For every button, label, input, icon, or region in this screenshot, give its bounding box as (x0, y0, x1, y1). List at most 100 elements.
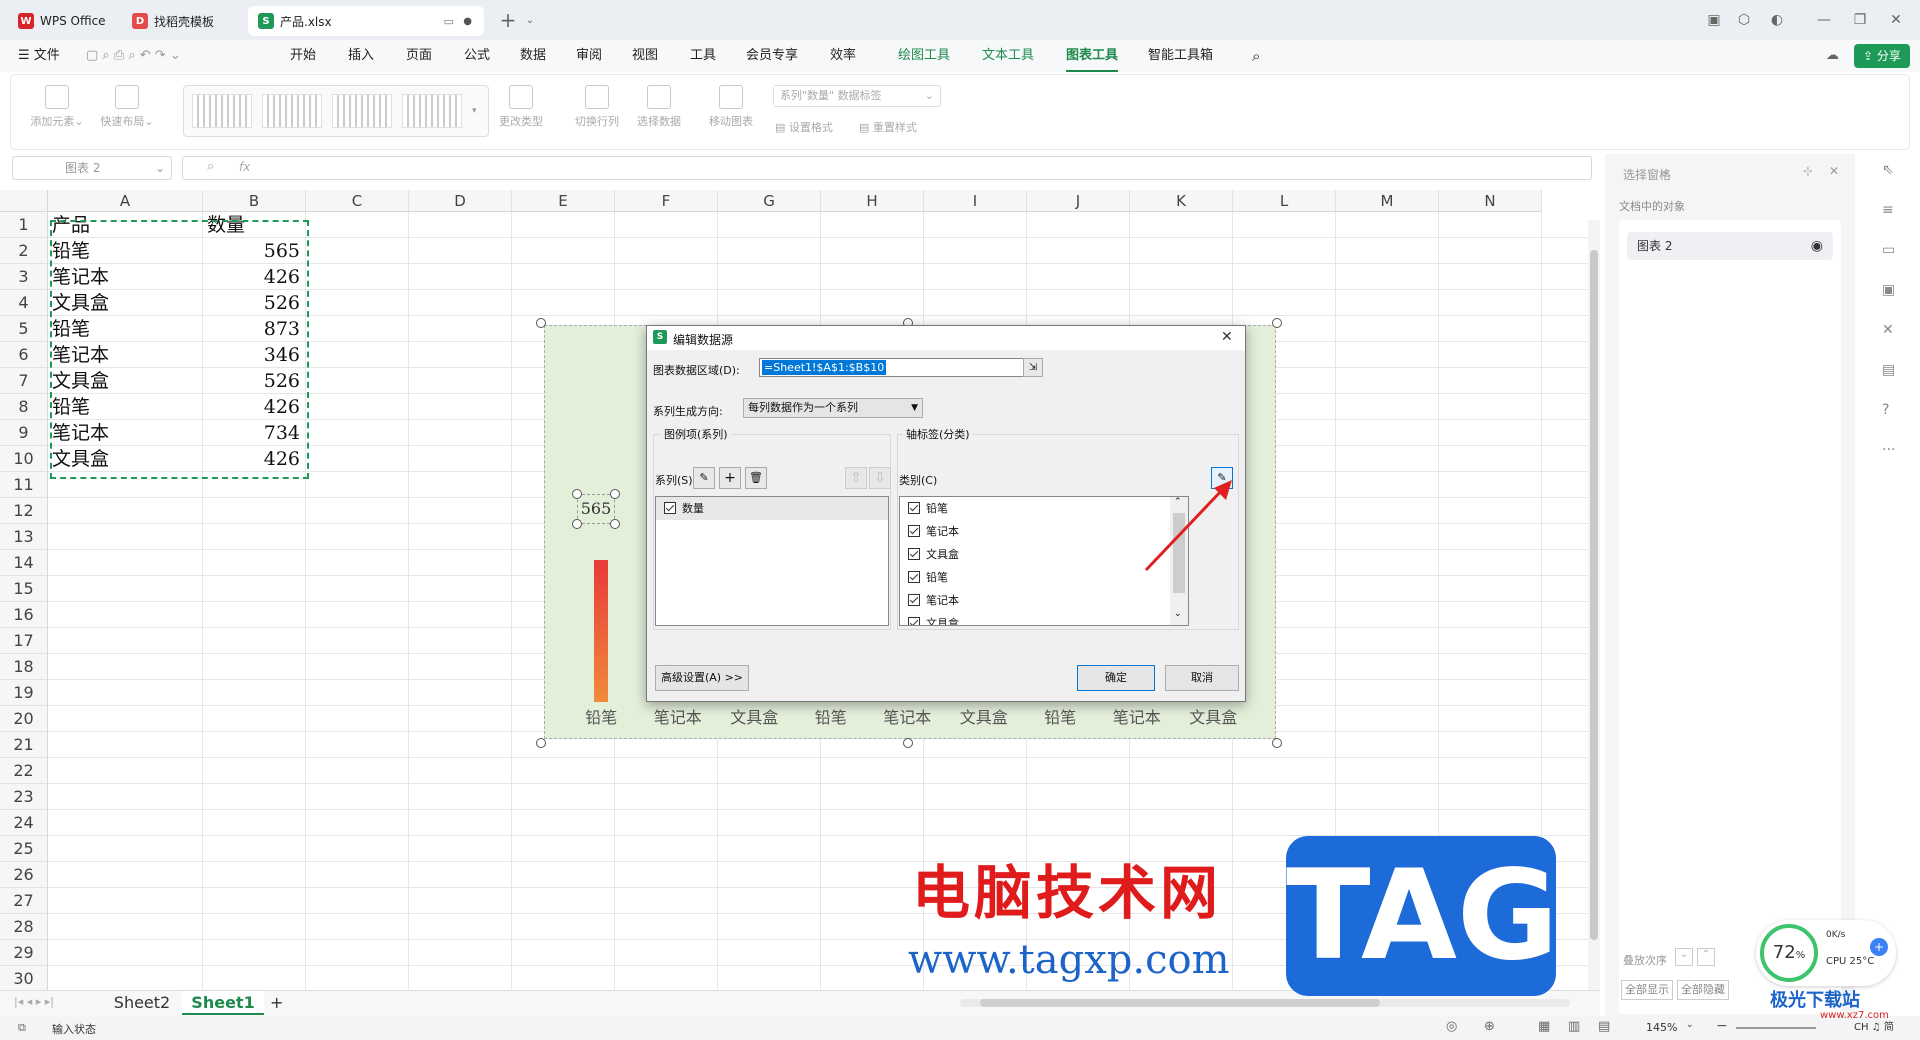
chart-bar[interactable] (594, 559, 608, 702)
eye-protection-icon[interactable]: ◎ (1446, 1019, 1457, 1034)
ok-button[interactable]: 确定 (1077, 665, 1155, 691)
select-all-corner[interactable] (0, 190, 48, 212)
row-header-22[interactable]: 22 (0, 758, 48, 784)
row-header-5[interactable]: 5 (0, 316, 48, 342)
sheet-tab-sheet2[interactable]: Sheet2 (104, 991, 180, 1015)
chart-style-4[interactable] (402, 94, 462, 128)
page-layout-icon[interactable]: ▥ (1568, 1019, 1580, 1034)
close-icon[interactable]: ✕ (1221, 329, 1233, 345)
chevron-down-icon[interactable]: ⌄ (1686, 1020, 1694, 1030)
zoom-formula-icon[interactable]: ⌕ (207, 159, 214, 174)
fx-icon[interactable]: fx (239, 160, 250, 174)
help-icon[interactable]: ? (1882, 402, 1889, 418)
menu-item-formula[interactable]: 公式 (464, 40, 490, 72)
switch-rowcol-button[interactable]: 切换行列 (567, 85, 627, 129)
menu-item-smart-toolbox[interactable]: 智能工具箱 (1148, 40, 1213, 72)
chart-resize-handle[interactable] (1272, 318, 1282, 328)
vertical-scroll-thumb[interactable] (1590, 250, 1598, 940)
row-header-7[interactable]: 7 (0, 368, 48, 394)
tab-list-chevron-icon[interactable]: ⌄ (518, 8, 542, 32)
tab-wps-office[interactable]: W WPS Office (8, 6, 118, 36)
gallery-more-icon[interactable]: ▾ (472, 106, 477, 116)
delete-series-trash-icon[interactable]: 🗑 (745, 467, 767, 489)
series-list-item[interactable]: 数量 (656, 497, 888, 520)
column-header-f[interactable]: F (615, 190, 718, 212)
category-checkbox[interactable] (908, 571, 920, 583)
chart-resize-handle[interactable] (536, 738, 546, 748)
search-icon[interactable]: ⌕ (1252, 40, 1260, 72)
normal-view-icon[interactable]: ▦ (1538, 1019, 1550, 1034)
share-button[interactable]: ⇪ 分享 (1854, 44, 1910, 68)
row-header-6[interactable]: 6 (0, 342, 48, 368)
menu-item-drawing-tools[interactable]: 绘图工具 (898, 40, 950, 72)
column-header-e[interactable]: E (512, 190, 615, 212)
macro-icon[interactable]: ⧉ (18, 1021, 26, 1035)
row-header-23[interactable]: 23 (0, 784, 48, 810)
category-checkbox[interactable] (908, 502, 920, 514)
change-type-button[interactable]: 更改类型 (491, 85, 551, 129)
column-header-g[interactable]: G (718, 190, 821, 212)
category-checkbox[interactable] (908, 548, 920, 560)
zoom-level[interactable]: 145% (1646, 1021, 1677, 1034)
set-format-button[interactable]: ▤ 设置格式 (775, 119, 833, 135)
page-break-icon[interactable]: ▤ (1598, 1019, 1610, 1034)
menu-item-chart-tools[interactable]: 图表工具 (1066, 40, 1119, 72)
chart-element-select[interactable]: 系列"数量" 数据标签 ⌄ (773, 85, 941, 107)
chart-style-gallery[interactable]: ▾ (183, 85, 489, 137)
object-item-chart[interactable]: 图表 2 ◉ (1627, 232, 1833, 260)
close-icon[interactable]: ✕ (1884, 8, 1908, 32)
properties-icon[interactable]: ≡ (1882, 202, 1894, 218)
chart-resize-handle[interactable] (1272, 738, 1282, 748)
tab-product-xlsx[interactable]: S 产品.xlsx ▭ ● (248, 6, 484, 36)
chart-resize-handle[interactable] (536, 318, 546, 328)
edit-series-pencil-icon[interactable]: ✎ (693, 467, 715, 489)
quick-layout-button[interactable]: 快速布局⌄ (97, 85, 157, 129)
horizontal-scrollbar[interactable] (960, 999, 1570, 1007)
menu-file[interactable]: ☰ 文件 (18, 40, 60, 72)
cancel-button[interactable]: 取消 (1165, 665, 1239, 691)
category-checkbox[interactable] (908, 594, 920, 606)
row-header-16[interactable]: 16 (0, 602, 48, 628)
order-down-icon[interactable]: ⌄ (1675, 948, 1693, 966)
chart-resize-handle[interactable] (903, 738, 913, 748)
pin-icon[interactable]: ⊹ (1803, 164, 1813, 178)
menu-item-page[interactable]: 页面 (406, 40, 432, 72)
row-header-25[interactable]: 25 (0, 836, 48, 862)
label-handle[interactable] (610, 519, 620, 529)
avatar[interactable]: ◐ (1765, 8, 1789, 32)
move-chart-button[interactable]: 移动图表 (701, 85, 761, 129)
label-handle[interactable] (610, 489, 620, 499)
cube-icon[interactable]: ⬡ (1732, 8, 1756, 32)
advanced-settings-button[interactable]: 高级设置(A) >> (655, 665, 749, 691)
select-cursor-icon[interactable]: ⇖ (1882, 162, 1894, 178)
tab-docer[interactable]: D 找稻壳模板 (122, 6, 242, 36)
row-header-2[interactable]: 2 (0, 238, 48, 264)
menu-item-view[interactable]: 视图 (632, 40, 658, 72)
more-icon[interactable]: ··· (1882, 442, 1895, 458)
add-series-icon[interactable]: + (719, 467, 741, 489)
chart-style-3[interactable] (332, 94, 392, 128)
chart-style-1[interactable] (192, 94, 252, 128)
column-header-h[interactable]: H (821, 190, 924, 212)
menu-item-data[interactable]: 数据 (520, 40, 546, 72)
backup-icon[interactable]: ▤ (1882, 362, 1895, 378)
row-header-28[interactable]: 28 (0, 914, 48, 940)
monitor-icon[interactable]: ▭ (444, 15, 454, 28)
row-header-13[interactable]: 13 (0, 524, 48, 550)
series-checkbox[interactable] (664, 502, 676, 514)
row-header-26[interactable]: 26 (0, 862, 48, 888)
category-checkbox[interactable] (908, 525, 920, 537)
column-header-i[interactable]: I (924, 190, 1027, 212)
dialog-titlebar[interactable]: S 编辑数据源 ✕ (647, 326, 1245, 350)
zoom-slider[interactable] (1736, 1027, 1816, 1029)
column-header-j[interactable]: J (1027, 190, 1130, 212)
system-monitor-widget[interactable]: 72% 0K/s CPU 25°C + (1756, 920, 1896, 986)
order-up-icon[interactable]: ⌃ (1697, 948, 1715, 966)
range-picker-icon[interactable]: ⇲ (1023, 358, 1043, 377)
label-handle[interactable] (572, 489, 582, 499)
chevron-down-icon[interactable]: ⌄ (1661, 166, 1669, 177)
sheet-nav-icons[interactable]: |◂ ◂ ▸ ▸| (14, 995, 54, 1008)
move-down-icon[interactable]: ⇩ (869, 467, 891, 489)
row-header-9[interactable]: 9 (0, 420, 48, 446)
add-widget-icon[interactable]: + (1870, 938, 1888, 956)
